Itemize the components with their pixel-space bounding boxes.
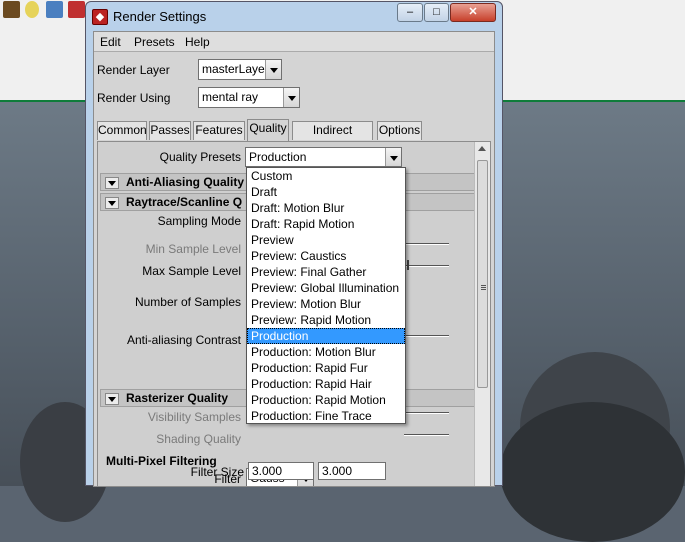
window-title: Render Settings xyxy=(113,9,207,24)
cylinder-icon[interactable] xyxy=(46,1,63,18)
tab-options[interactable]: Options xyxy=(377,121,422,140)
menu-edit[interactable]: Edit xyxy=(100,35,121,49)
section-title: Anti-Aliasing Quality xyxy=(126,175,245,189)
title-bar[interactable]: ◆ Render Settings – □ ✕ xyxy=(86,2,502,30)
dropdown-item[interactable]: Draft: Rapid Motion xyxy=(247,216,405,232)
collapse-icon[interactable] xyxy=(105,197,119,209)
filter-size-y-input[interactable]: 3.000 xyxy=(318,462,386,480)
quality-presets-dropdown[interactable]: Custom Draft Draft: Motion Blur Draft: R… xyxy=(246,167,406,424)
cube-icon[interactable] xyxy=(68,1,85,18)
tab-indirect-lighting[interactable]: Indirect Lighting xyxy=(292,121,373,154)
minimize-button[interactable]: – xyxy=(397,3,423,22)
dropdown-item[interactable]: Production: Rapid Hair xyxy=(247,376,405,392)
render-layer-label: Render Layer xyxy=(97,63,170,77)
slider-handle[interactable] xyxy=(407,260,409,270)
render-layer-select[interactable]: masterLayer xyxy=(198,59,282,80)
tab-features[interactable]: Features xyxy=(193,121,245,140)
maximize-button[interactable]: □ xyxy=(424,3,449,22)
quality-presets-select[interactable]: Production xyxy=(245,147,402,167)
dropdown-item-selected[interactable]: Production xyxy=(247,328,405,344)
dropdown-item[interactable]: Production: Motion Blur xyxy=(247,344,405,360)
close-button[interactable]: ✕ xyxy=(450,3,496,22)
dropdown-item[interactable]: Draft xyxy=(247,184,405,200)
num-samples-label: Number of Samples xyxy=(134,295,241,309)
dropdown-item[interactable]: Draft: Motion Blur xyxy=(247,200,405,216)
sampling-mode-label: Sampling Mode xyxy=(157,214,241,228)
model-shape xyxy=(500,402,685,542)
menu-help[interactable]: Help xyxy=(185,35,210,49)
visibility-samples-label: Visibility Samples xyxy=(147,410,241,424)
app-icon: ◆ xyxy=(92,9,108,25)
max-sample-slider[interactable] xyxy=(404,265,449,267)
menu-bar: Edit Presets Help xyxy=(94,32,494,52)
quality-presets-label: Quality Presets xyxy=(159,150,241,164)
render-header: Render Layer masterLayer Render Using me… xyxy=(94,53,494,113)
aa-contrast-slider[interactable] xyxy=(404,335,449,337)
dropdown-item[interactable]: Preview xyxy=(247,232,405,248)
render-using-select[interactable]: mental ray xyxy=(198,87,300,108)
tab-common[interactable]: Common xyxy=(97,121,147,140)
shading-quality-label: Shading Quality xyxy=(156,432,241,446)
menu-presets[interactable]: Presets xyxy=(134,35,175,49)
render-layer-value: masterLayer xyxy=(202,62,269,76)
filter-size-label: Filter Size xyxy=(190,465,244,479)
section-title: Raytrace/Scanline Q xyxy=(126,195,243,209)
dropdown-item[interactable]: Preview: Motion Blur xyxy=(247,296,405,312)
quality-presets-value: Production xyxy=(249,150,307,164)
grip-icon xyxy=(481,285,486,286)
chevron-down-icon xyxy=(283,88,299,107)
dropdown-item[interactable]: Preview: Global Illumination xyxy=(247,280,405,296)
render-using-label: Render Using xyxy=(97,91,171,105)
collapse-icon[interactable] xyxy=(105,177,119,189)
tab-passes[interactable]: Passes xyxy=(149,121,191,140)
collapse-icon[interactable] xyxy=(105,393,119,405)
dropdown-item[interactable]: Preview: Rapid Motion xyxy=(247,312,405,328)
filter-size-x-input[interactable]: 3.000 xyxy=(248,462,314,480)
panel-scrollbar[interactable] xyxy=(474,142,490,486)
bulb-icon[interactable] xyxy=(25,1,39,18)
visibility-slider[interactable] xyxy=(404,412,449,414)
shelf-icon[interactable] xyxy=(3,1,20,18)
dropdown-item[interactable]: Production: Fine Trace xyxy=(247,408,405,424)
section-title: Rasterizer Quality xyxy=(126,391,229,405)
chevron-down-icon xyxy=(265,60,281,79)
render-using-value: mental ray xyxy=(202,90,259,104)
dropdown-item[interactable]: Custom xyxy=(247,168,405,184)
dropdown-item[interactable]: Production: Rapid Motion xyxy=(247,392,405,408)
scroll-thumb[interactable] xyxy=(477,160,488,388)
tab-quality[interactable]: Quality xyxy=(247,119,289,141)
shading-slider[interactable] xyxy=(404,434,449,436)
aa-contrast-label: Anti-aliasing Contrast xyxy=(126,333,241,347)
scroll-up-icon[interactable] xyxy=(478,146,486,151)
dropdown-item[interactable]: Preview: Caustics xyxy=(247,248,405,264)
min-sample-label: Min Sample Level xyxy=(145,242,241,256)
tab-bar: Common Passes Features Quality Indirect … xyxy=(94,119,494,154)
chevron-down-icon xyxy=(385,148,401,166)
max-sample-label: Max Sample Level xyxy=(142,264,241,278)
min-sample-slider[interactable] xyxy=(404,243,449,245)
dropdown-item[interactable]: Production: Rapid Fur xyxy=(247,360,405,376)
dropdown-item[interactable]: Preview: Final Gather xyxy=(247,264,405,280)
